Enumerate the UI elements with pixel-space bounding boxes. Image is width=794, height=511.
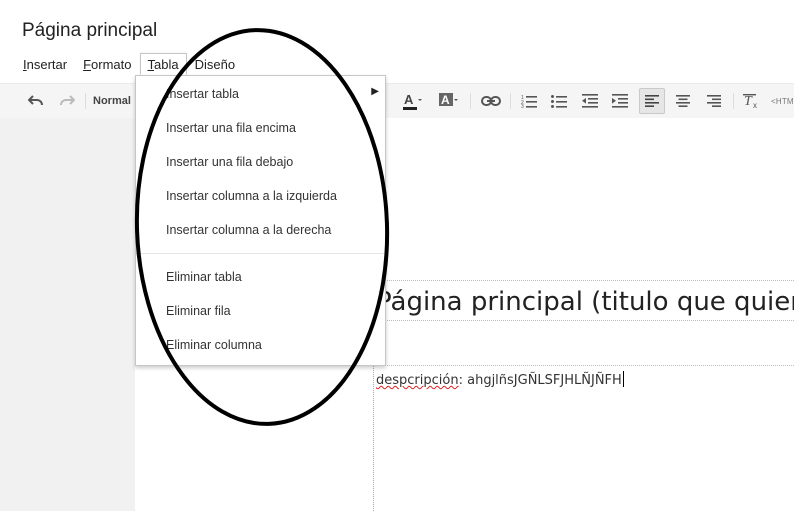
menu-item-eliminar-columna[interactable]: Eliminar columna [136, 328, 385, 362]
section-guide-line [373, 320, 794, 321]
menu-formato[interactable]: Formato [75, 53, 139, 75]
menu-item-insertar-columna-derecha[interactable]: Insertar columna a la derecha [136, 213, 385, 247]
menu-tabla-label: abla [154, 57, 179, 72]
toolbar-separator [470, 93, 471, 109]
toolbar-separator [733, 93, 734, 109]
toolbar-separator [85, 93, 86, 109]
editor-toolbar: Normal A A 123 Tx <HTM [0, 83, 794, 119]
menu-item-eliminar-fila[interactable]: Eliminar fila [136, 294, 385, 328]
clear-formatting-icon[interactable]: Tx [741, 84, 763, 118]
html-mode-toggle[interactable]: <HTM [771, 84, 794, 118]
menu-item-insertar-fila-debajo[interactable]: Insertar una fila debajo [136, 145, 385, 179]
toolbar-separator [510, 93, 511, 109]
menu-formato-accesskey: F [83, 57, 92, 72]
description-value: ahgjlñsJGÑLSFJHLÑJÑFH [467, 373, 622, 388]
link-icon[interactable] [479, 84, 503, 118]
bulleted-list-icon[interactable] [548, 84, 570, 118]
description-label: despcripción [376, 373, 459, 388]
page-heading[interactable]: Página principal (titulo que quieras [376, 287, 794, 317]
left-panel [0, 118, 135, 511]
submenu-arrow-icon: ▶ [371, 86, 379, 97]
menu-insertar-label: nsertar [26, 57, 68, 72]
redo-icon[interactable] [56, 84, 78, 118]
svg-text:3: 3 [521, 104, 524, 108]
align-center-icon[interactable] [672, 84, 694, 118]
menu-insertar[interactable]: Insertar [15, 53, 75, 75]
menu-tabla[interactable]: Tabla [139, 53, 187, 75]
svg-text:A: A [441, 93, 450, 107]
menu-item-eliminar-tabla[interactable]: Eliminar tabla [136, 260, 385, 294]
document-title[interactable]: Página principal [22, 20, 157, 42]
section-guide-line [373, 280, 794, 281]
text-caret [622, 371, 624, 387]
paragraph-style-select[interactable]: Normal [93, 84, 135, 118]
text-color-icon[interactable]: A [402, 84, 426, 118]
table-menu-dropdown: Insertar tabla ▶ Insertar una fila encim… [135, 75, 386, 366]
menu-item-label: Insertar una fila debajo [166, 155, 294, 169]
menu-item-label: Eliminar fila [166, 304, 231, 318]
section-guide-line [373, 365, 794, 366]
numbered-list-icon[interactable]: 123 [518, 84, 540, 118]
svg-text:x: x [753, 101, 757, 109]
increase-indent-icon[interactable] [609, 84, 631, 118]
svg-text:A: A [404, 92, 414, 107]
undo-icon[interactable] [25, 84, 47, 118]
menu-item-label: Insertar tabla [166, 87, 239, 101]
menu-bar: Insertar Formato Tabla Diseño [15, 53, 243, 75]
menu-item-insertar-fila-encima[interactable]: Insertar una fila encima [136, 111, 385, 145]
align-left-icon[interactable] [639, 88, 665, 114]
align-right-icon[interactable] [703, 84, 725, 118]
menu-diseno-label: Diseño [194, 57, 236, 72]
menu-item-insertar-columna-izquierda[interactable]: Insertar columna a la izquierda [136, 179, 385, 213]
menu-item-label: Insertar columna a la derecha [166, 223, 332, 237]
menu-item-label: Insertar una fila encima [166, 121, 296, 135]
decrease-indent-icon[interactable] [579, 84, 601, 118]
menu-item-label: Insertar columna a la izquierda [166, 189, 337, 203]
menu-formato-label: ormato [91, 57, 132, 72]
svg-text:T: T [744, 94, 753, 109]
menu-separator [136, 253, 385, 254]
menu-diseno[interactable]: Diseño [187, 53, 243, 75]
menu-item-insertar-tabla[interactable]: Insertar tabla ▶ [136, 77, 385, 111]
description-separator: : [458, 373, 468, 388]
highlight-color-icon[interactable]: A [438, 84, 462, 118]
menu-item-label: Eliminar tabla [166, 270, 242, 284]
description-line[interactable]: despcripción: ahgjlñsJGÑLSFJHLÑJÑFH [376, 371, 624, 388]
menu-item-label: Eliminar columna [166, 338, 262, 352]
